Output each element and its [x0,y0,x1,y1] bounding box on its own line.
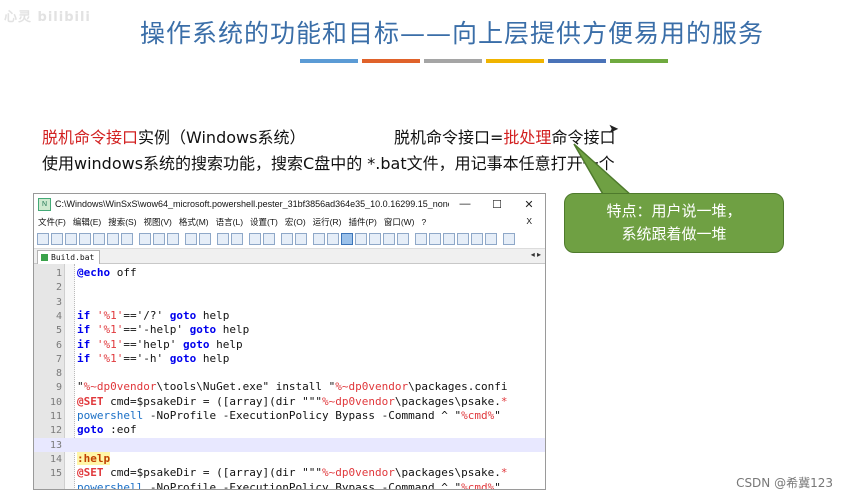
replace-icon[interactable] [231,233,243,245]
accent-bar-darkblue [548,59,606,63]
notepad-app-icon: N [38,197,51,211]
show-all-chars-icon[interactable] [327,233,339,245]
window-controls: — ☐ ✕ [449,198,545,211]
menu-run[interactable]: 运行(R) [313,216,342,228]
bilibili-watermark: 心灵 bilibili [4,10,91,25]
example-heading: 脱机命令接口实例（Windows系统） [42,124,305,148]
menu-bar: 文件(F) 编辑(E) 搜索(S) 视图(V) 格式(M) 语言(L) 设置(T… [34,214,545,230]
document-map-icon[interactable] [369,233,381,245]
notepad-window[interactable]: N C:\Windows\WinSxS\wow64_microsoft.powe… [33,193,546,490]
code-line: 15 @SET cmd=$psakeDir = ([array](dir """%… [49,466,508,480]
more-tools-icon[interactable] [503,233,515,245]
window-title: C:\Windows\WinSxS\wow64_microsoft.powers… [55,199,449,209]
code-line: 8 [55,368,62,380]
menu-plugins[interactable]: 插件(P) [348,216,376,228]
find-icon[interactable] [217,233,229,245]
tab-scroll-arrows[interactable]: ◂ ▸ [531,250,541,259]
callout-line-1: 特点：用户说一堆， [606,202,742,220]
menu-macro[interactable]: 宏(O) [285,216,306,228]
accent-color-bars [300,59,668,63]
toolbar [34,230,545,249]
accent-bar-gray [424,59,482,63]
copy-icon[interactable] [153,233,165,245]
batch-term: 批处理 [503,128,552,147]
menu-edit[interactable]: 编辑(E) [73,216,101,228]
word-wrap-icon[interactable] [313,233,325,245]
cut-icon[interactable] [139,233,151,245]
accent-bar-yellow [486,59,544,63]
zoom-in-icon[interactable] [249,233,261,245]
run-macro-multiple-icon[interactable] [471,233,483,245]
close-document-button[interactable]: X [526,216,532,226]
close-button[interactable]: ✕ [513,198,545,211]
close-all-icon[interactable] [107,233,119,245]
function-list-icon[interactable] [383,233,395,245]
save-icon[interactable] [65,233,77,245]
code-line: 7 if '%1'=='-h' goto help [55,351,230,365]
tab-build-bat[interactable]: Build.bat [37,250,101,264]
print-icon[interactable] [121,233,133,245]
sync-vertical-icon[interactable] [281,233,293,245]
definition-line: 脱机命令接口=批处理命令接口 [394,124,615,148]
open-file-icon[interactable] [51,233,63,245]
close-file-icon[interactable] [93,233,105,245]
menu-window[interactable]: 窗口(W) [384,216,415,228]
menu-format[interactable]: 格式(M) [179,216,209,228]
undo-icon[interactable] [185,233,197,245]
paste-icon[interactable] [167,233,179,245]
window-titlebar[interactable]: N C:\Windows\WinSxS\wow64_microsoft.powe… [34,194,545,214]
maximize-button[interactable]: ☐ [481,198,513,211]
tab-label: Build.bat [51,253,95,262]
callout-line-2: 系统跟着做一堆 [621,225,727,243]
definition-prefix: 脱机命令接口= [394,128,504,147]
indent-guide-icon[interactable] [341,233,353,245]
code-line: 10 @SET cmd=$psakeDir = ([array](dir """%… [49,394,508,408]
example-heading-rest: 实例（Windows系统） [138,128,306,147]
menu-view[interactable]: 视图(V) [144,216,172,228]
feature-callout: 特点：用户说一堆， 系统跟着做一堆 [564,193,784,253]
folder-workspace-icon[interactable] [397,233,409,245]
definition-suffix: 命令接口 [551,128,616,147]
menu-help[interactable]: ? [422,217,427,227]
accent-bar-green [610,59,668,63]
code-line: 3 [55,296,62,308]
code-line-current: 13 [34,437,545,452]
new-file-icon[interactable] [37,233,49,245]
redo-icon[interactable] [199,233,211,245]
code-line: 1 @echo off [55,266,137,279]
menu-search[interactable]: 搜索(S) [108,216,136,228]
code-line: 5 if '%1'=='-help' goto help [55,323,250,337]
csdn-credit: CSDN @希冀123 [736,476,833,490]
saved-file-icon [41,254,48,261]
zoom-out-icon[interactable] [263,233,275,245]
save-macro-icon[interactable] [485,233,497,245]
menu-language[interactable]: 语言(L) [216,216,243,228]
code-line: 6 if '%1'=='help' goto help [55,337,243,351]
code-line: 9 "%~dp0vendor\tools\NuGet.exe" install "… [55,380,508,394]
instruction-line: 使用windows系统的搜索功能，搜索C盘中的 *.bat文件，用记事本任意打开… [42,154,615,173]
menu-settings[interactable]: 设置(T) [250,216,278,228]
stop-macro-icon[interactable] [443,233,455,245]
offline-interface-term: 脱机命令接口 [42,128,139,147]
language-icon[interactable] [355,233,367,245]
play-macro-icon[interactable] [457,233,469,245]
code-line: 4 if '%1'=='/?' goto help [55,308,230,322]
menu-file[interactable]: 文件(F) [38,216,66,228]
save-all-icon[interactable] [79,233,91,245]
code-line: 11 powershell -NoProfile -ExecutionPolicy… [49,409,501,422]
monitoring-icon[interactable] [415,233,427,245]
minimize-button[interactable]: — [449,198,481,211]
code-line: 14:help [49,451,111,465]
code-line: 12 goto :eof [49,423,137,437]
code-line: 2 [55,282,62,294]
sync-horizontal-icon[interactable] [295,233,307,245]
slide-title: 操作系统的功能和目标——向上层提供方便易用的服务 [140,19,765,48]
tab-bar: Build.bat ◂ ▸ [34,249,545,264]
accent-bar-orange [362,59,420,63]
accent-bar-blue [300,59,358,63]
code-editor[interactable]: 1 @echo off 2 3 4 if '%1'=='/?' goto help … [34,264,545,490]
mouse-pointer-icon: ➤ [608,122,619,137]
record-macro-icon[interactable] [429,233,441,245]
code-line: powershell -NoProfile -ExecutionPolicy B… [77,480,501,490]
